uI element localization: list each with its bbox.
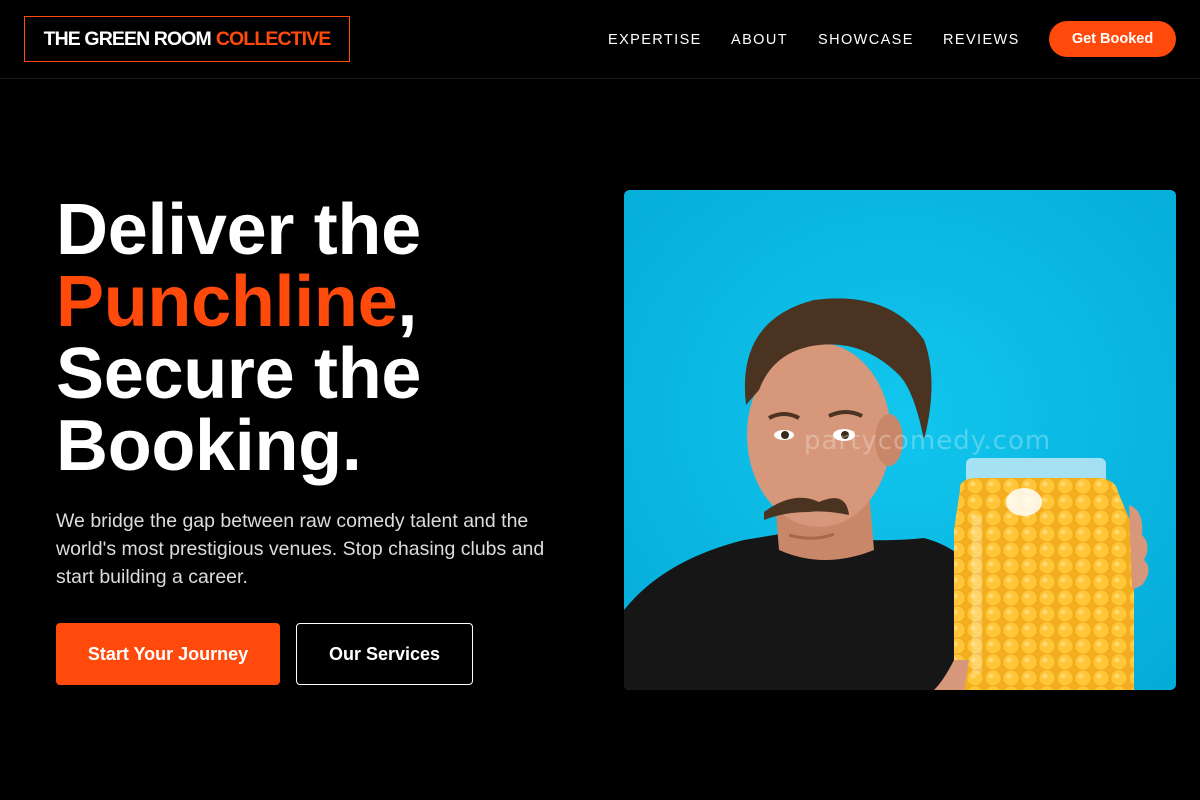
- headline-line-1: Deliver the: [56, 190, 421, 270]
- start-journey-button[interactable]: Start Your Journey: [56, 623, 280, 685]
- image-watermark: partycomedy.com: [804, 426, 1052, 456]
- logo-text-accent: COLLECTIVE: [215, 27, 331, 50]
- logo-text-main: THE GREEN ROOM: [43, 27, 212, 50]
- get-booked-button[interactable]: Get Booked: [1049, 21, 1176, 57]
- hero-description: We bridge the gap between raw comedy tal…: [56, 510, 545, 588]
- headline-line-4: Booking.: [56, 406, 362, 486]
- headline-highlight: Punchline: [56, 262, 398, 342]
- hero-headline: Deliver the Punchline, Secure the Bookin…: [56, 194, 576, 482]
- nav-link-reviews[interactable]: REVIEWS: [943, 32, 1020, 48]
- nav-link-expertise[interactable]: EXPERTISE: [608, 32, 702, 48]
- nav-link-about[interactable]: ABOUT: [731, 32, 788, 48]
- hero-image-comedian: partycomedy.com: [624, 190, 1176, 690]
- headline-line-3: Secure the: [56, 334, 422, 414]
- site-header: THE GREEN ROOM COLLECTIVE EXPERTISE ABOUT…: [0, 0, 1200, 79]
- site-logo[interactable]: THE GREEN ROOM COLLECTIVE: [24, 16, 350, 62]
- headline-comma: ,: [397, 262, 418, 342]
- our-services-button[interactable]: Our Services: [296, 623, 473, 685]
- nav-link-showcase[interactable]: SHOWCASE: [818, 32, 914, 48]
